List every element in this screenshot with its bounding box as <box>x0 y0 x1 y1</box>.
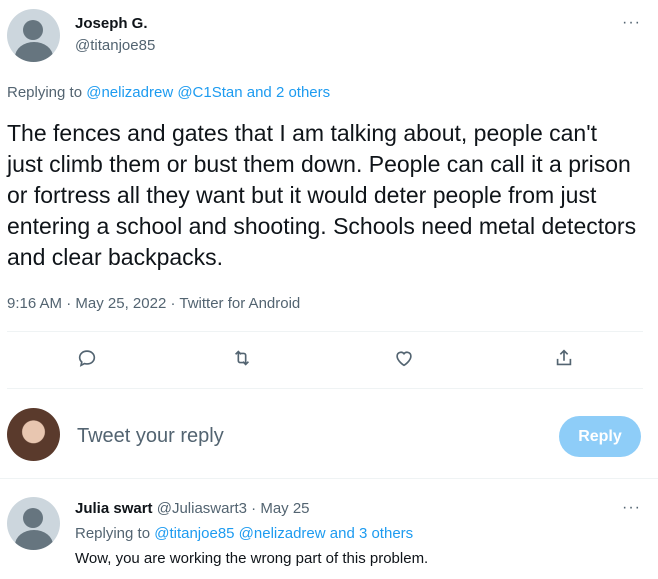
tweet-meta: 9:16 AM · May 25, 2022 · Twitter for And… <box>7 295 301 312</box>
replying-prefix: Replying to <box>7 84 83 101</box>
replying-mentions[interactable]: @nelizadrew @C1Stan and 2 others <box>86 84 330 101</box>
reply-author-handle[interactable]: @Juliaswart3 <box>157 500 247 517</box>
tweet-date[interactable]: May 25, 2022 <box>75 295 166 312</box>
replying-to: Replying to @nelizadrew @C1Stan and 2 ot… <box>7 84 330 101</box>
author-name[interactable]: Joseph G. <box>75 15 148 32</box>
comment-icon[interactable] <box>76 347 100 371</box>
tweet-text: The fences and gates that I am talking a… <box>7 120 637 270</box>
reply-replying-mentions[interactable]: @titanjoe85 @nelizadrew and 3 others <box>154 525 413 542</box>
reply-input[interactable]: Tweet your reply <box>77 425 224 448</box>
tweet-source[interactable]: Twitter for Android <box>179 295 300 312</box>
divider <box>0 478 658 479</box>
share-icon[interactable] <box>553 347 577 371</box>
more-icon[interactable]: ··· <box>622 500 641 516</box>
reply-author-name[interactable]: Julia swart <box>75 500 153 517</box>
reply-author-avatar[interactable] <box>7 497 60 550</box>
tweet-time[interactable]: 9:16 AM <box>7 295 62 312</box>
retweet-icon[interactable] <box>231 347 255 371</box>
user-avatar[interactable] <box>7 408 60 461</box>
divider <box>7 388 643 389</box>
author-avatar[interactable] <box>7 9 60 62</box>
reply-header: Julia swart @Juliaswart3 · May 25 <box>75 500 310 517</box>
reply-text: Wow, you are working the wrong part of t… <box>75 550 429 567</box>
divider <box>7 331 643 332</box>
reply-date[interactable]: May 25 <box>260 500 309 517</box>
reply-replying-to: Replying to @titanjoe85 @nelizadrew and … <box>75 525 414 542</box>
author-handle[interactable]: @titanjoe85 <box>75 37 155 54</box>
reply-button[interactable]: Reply <box>559 416 641 457</box>
like-icon[interactable] <box>393 347 417 371</box>
more-icon[interactable]: ··· <box>622 15 641 31</box>
